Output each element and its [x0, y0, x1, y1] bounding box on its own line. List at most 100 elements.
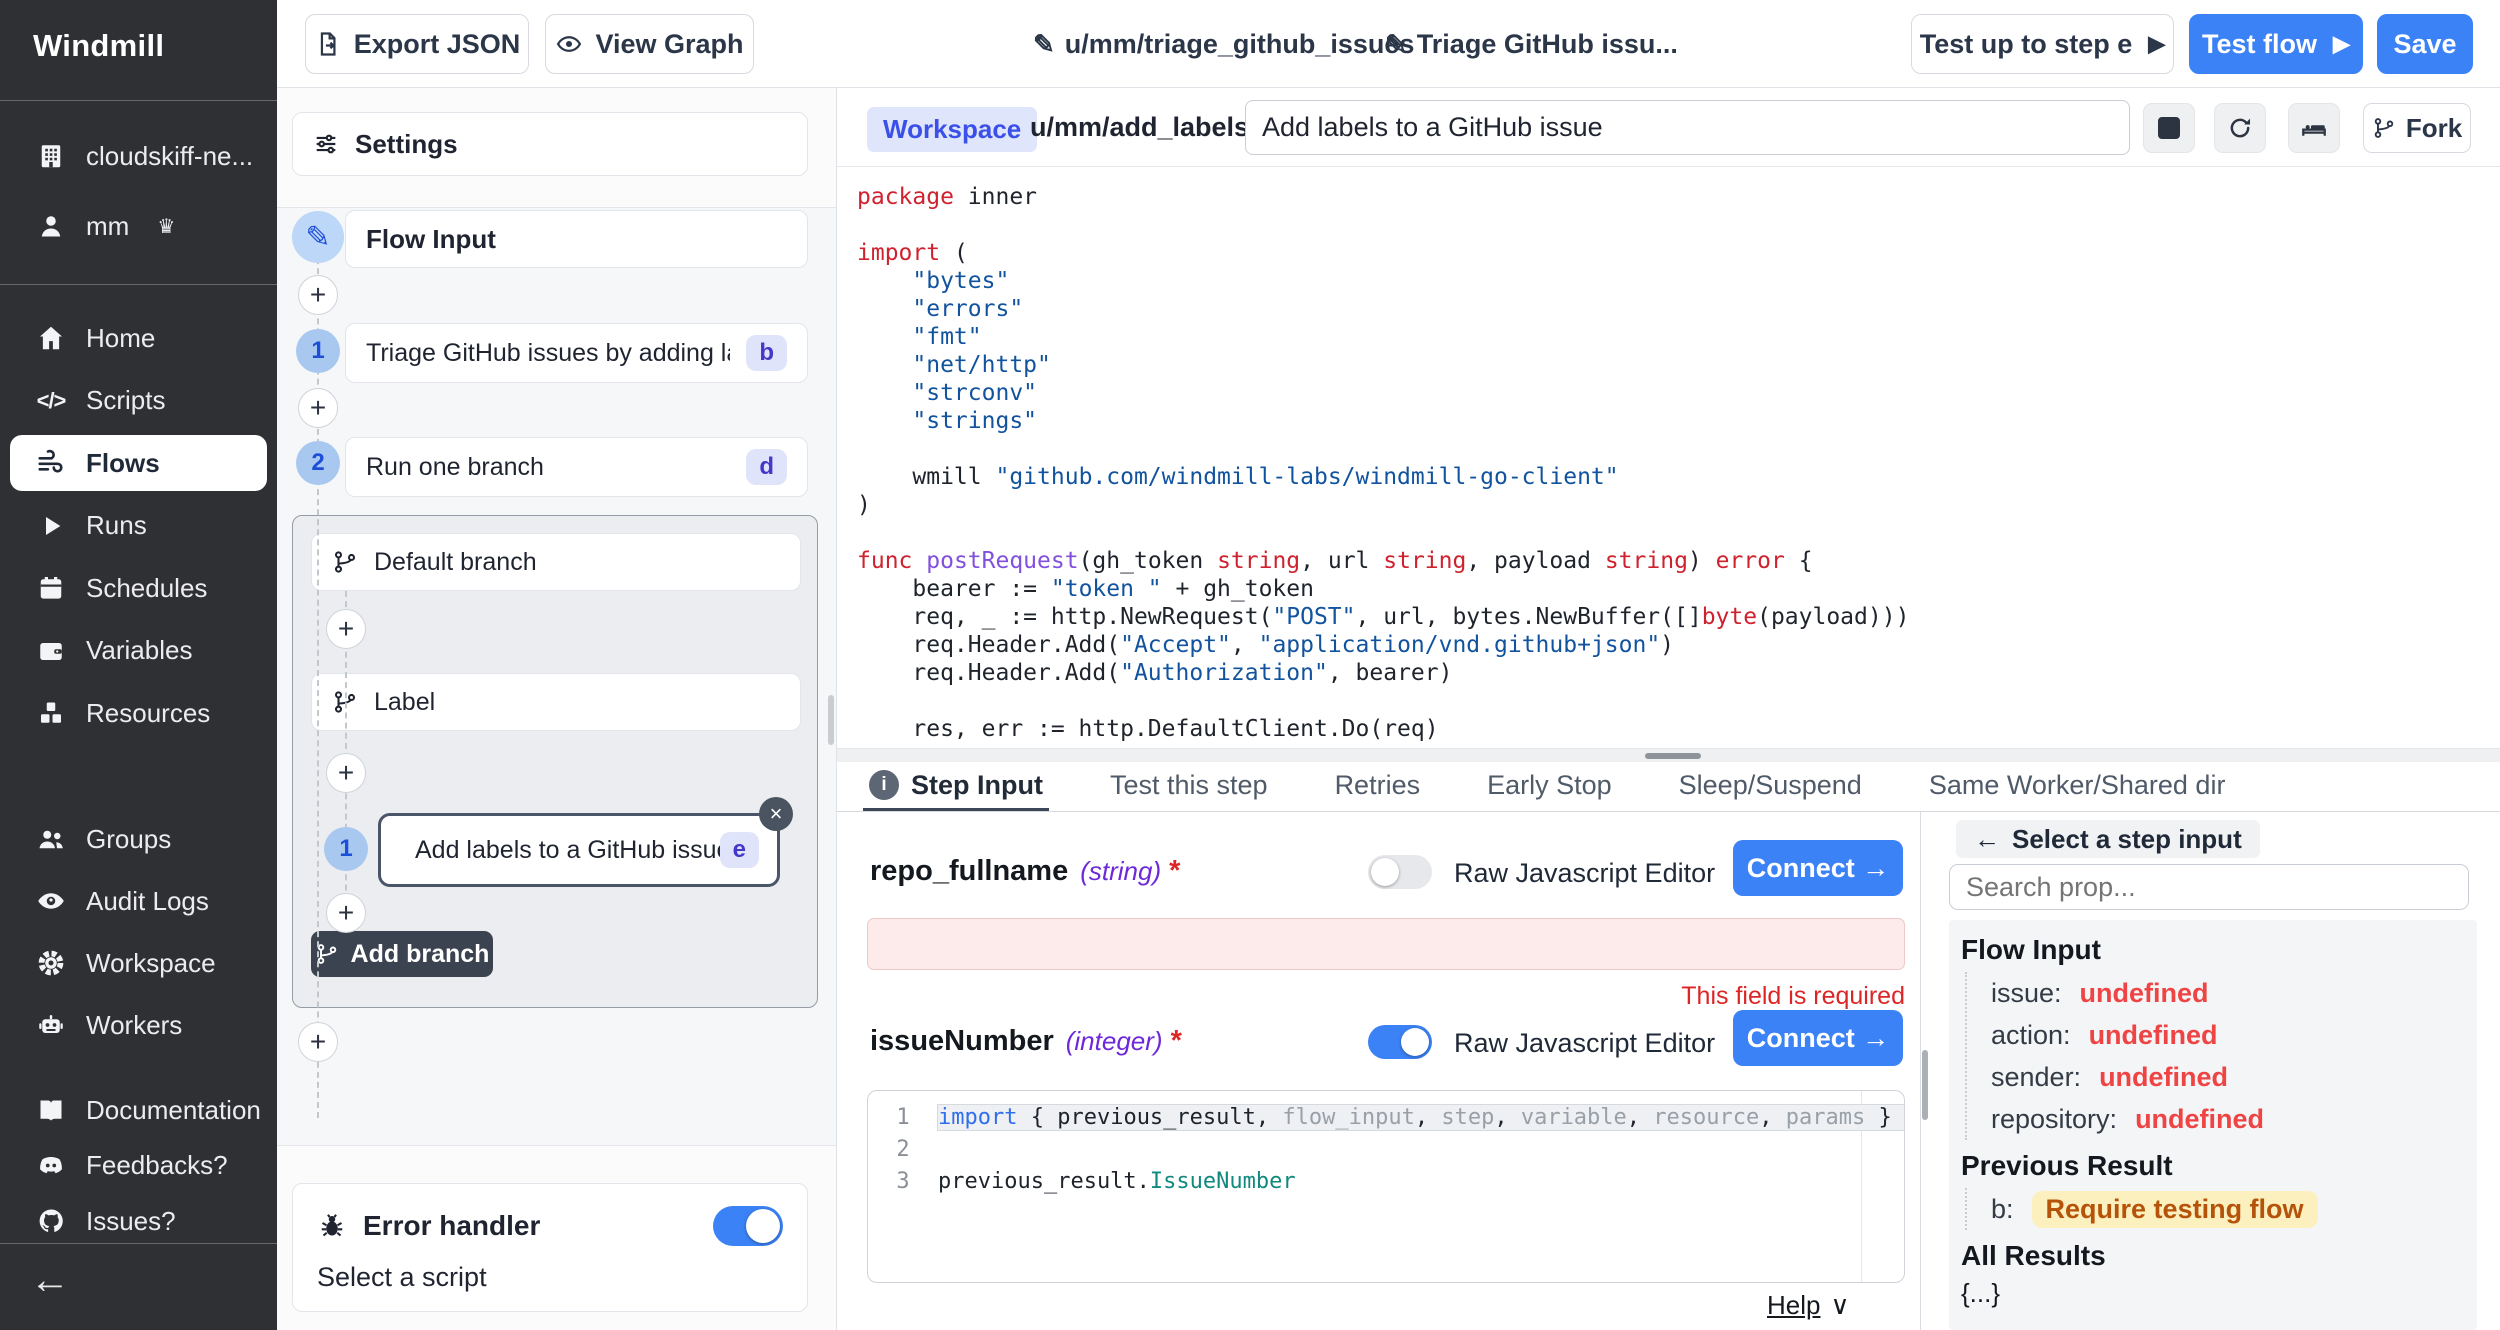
stop-icon [2158, 117, 2180, 139]
sidebar-item-variables[interactable]: Variables [0, 623, 277, 679]
result-entry[interactable]: repository:undefined [1991, 1098, 2473, 1140]
help-link[interactable]: Help ∨ [1767, 1290, 1850, 1321]
search-prop-input[interactable] [1949, 864, 2469, 910]
breadcrumb-flow-title[interactable]: ✎ Triage GitHub issu... [1385, 0, 1678, 88]
result-entry[interactable]: sender:undefined [1991, 1056, 2473, 1098]
resources-icon [36, 698, 66, 728]
selected-step-node[interactable]: Add labels to a GitHub issue e [378, 813, 780, 887]
branch-label-node[interactable]: Label [311, 673, 801, 731]
stop-button[interactable] [2143, 103, 2195, 153]
schedules-icon [36, 573, 66, 603]
workspace-switcher[interactable]: cloudskiff-ne... [0, 128, 277, 184]
tab-retries[interactable]: Retries [1329, 762, 1427, 811]
error-handler-card[interactable]: Error handler Select a script [292, 1183, 808, 1312]
sidebar-item-home[interactable]: Home [0, 310, 277, 366]
user-menu[interactable]: mm ♛ [0, 198, 277, 254]
js-expression-editor[interactable]: 1import { previous_result, flow_input, s… [867, 1090, 1905, 1283]
select-step-input-button[interactable]: ← Select a step input [1956, 820, 2260, 858]
tab-early-stop[interactable]: Early Stop [1481, 762, 1618, 811]
flow-step-node[interactable]: Run one branch d [345, 437, 808, 497]
result-entry[interactable]: b:Require testing flow [1991, 1188, 2473, 1230]
flow-step-node[interactable]: Triage GitHub issues by adding labels ..… [345, 323, 808, 383]
sleep-button[interactable] [2288, 103, 2340, 153]
view-graph-button[interactable]: View Graph [545, 14, 754, 74]
tab-test-this-step[interactable]: Test this step [1104, 762, 1274, 811]
connect-button[interactable]: Connect → [1733, 840, 1903, 896]
js-editor-line[interactable]: 3previous_result.IssueNumber [868, 1165, 1904, 1197]
script-summary-input[interactable] [1245, 100, 2130, 155]
fork-button[interactable]: Fork [2363, 103, 2471, 153]
code-line: req.Header.Add("Authorization", bearer) [857, 659, 2500, 687]
restart-button[interactable] [2214, 103, 2266, 153]
step-id-badge: e [720, 832, 759, 868]
flow-settings-button[interactable]: Settings [292, 112, 808, 176]
code-line [857, 435, 2500, 463]
code-editor[interactable]: package innerimport ( "bytes" "errors" "… [837, 167, 2500, 748]
sidebar-item-groups[interactable]: Groups [0, 811, 277, 867]
save-button[interactable]: Save [2377, 14, 2473, 74]
sidebar-item-workers[interactable]: Workers [0, 997, 277, 1053]
eye-icon [555, 30, 583, 58]
error-handler-toggle[interactable] [713, 1206, 783, 1246]
export-json-button[interactable]: Export JSON [305, 14, 529, 74]
sidebar-item-runs[interactable]: Runs [0, 498, 277, 554]
add-step-button[interactable]: + [298, 1022, 338, 1062]
sidebar-item-audit-logs[interactable]: Audit Logs [0, 873, 277, 929]
repo-fullname-input[interactable] [867, 918, 1905, 970]
sidebar-item-schedules[interactable]: Schedules [0, 560, 277, 616]
sidebar-item-resources[interactable]: Resources [0, 685, 277, 741]
field-error-message: This field is required [837, 982, 1905, 1011]
refresh-icon [2226, 114, 2254, 142]
result-entry[interactable]: issue:undefined [1991, 972, 2473, 1014]
drag-handle[interactable] [1645, 753, 1701, 759]
code-line [857, 211, 2500, 239]
default-branch-node[interactable]: Default branch [311, 533, 801, 591]
tab-sleep-suspend[interactable]: Sleep/Suspend [1673, 762, 1868, 811]
add-step-button[interactable]: + [326, 893, 366, 933]
js-editor-line[interactable]: 1import { previous_result, flow_input, s… [868, 1101, 1904, 1133]
error-handler-script-select[interactable]: Select a script [317, 1262, 783, 1293]
flow-input-node[interactable]: Flow Input [345, 210, 808, 268]
person-icon [36, 211, 66, 241]
discord-icon [36, 1151, 66, 1181]
sidebar-item-feedbacks[interactable]: Feedbacks? [0, 1138, 277, 1194]
github-icon [36, 1206, 66, 1236]
tab-step-input[interactable]: iStep Input [863, 762, 1049, 811]
step-number: 1 [296, 329, 340, 373]
divider [0, 284, 277, 285]
add-branch-button[interactable]: Add branch [311, 931, 493, 977]
script-path[interactable]: u/mm/add_labels [1030, 88, 1249, 167]
code-line: import ( [857, 239, 2500, 267]
flows-icon [36, 448, 66, 478]
sidebar-item-scripts[interactable]: </>Scripts [0, 373, 277, 429]
sidebar-item-flows[interactable]: Flows [10, 435, 267, 491]
code-line: bearer := "token " + gh_token [857, 575, 2500, 603]
topbar: Export JSON View Graph ✎ u/mm/triage_git… [277, 0, 2500, 88]
field-label: issueNumber(integer)* [870, 1025, 1182, 1058]
sidebar-item-documentation[interactable]: Documentation [0, 1082, 277, 1138]
test-flow-button[interactable]: Test flow ▶ [2189, 14, 2363, 74]
tab-same-worker-shared-dir[interactable]: Same Worker/Shared dir [1923, 762, 2232, 811]
sidebar-item-workspace[interactable]: Workspace [0, 935, 277, 991]
test-up-to-step-button[interactable]: Test up to step e ▶ [1911, 14, 2174, 74]
add-step-button[interactable]: + [298, 275, 338, 315]
breadcrumb-flow-path[interactable]: ✎ u/mm/triage_github_issues [1033, 0, 1414, 88]
add-step-button[interactable]: + [298, 388, 338, 428]
collapse-sidebar-button[interactable]: ← [30, 1258, 70, 1303]
flow-input-pencil-icon[interactable]: ✎ [292, 211, 344, 263]
flow-panel-scrollbar[interactable] [828, 695, 834, 745]
remove-step-button[interactable]: × [759, 797, 793, 831]
js-editor-line[interactable]: 2 [868, 1133, 1904, 1165]
chevron-down-icon: ∨ [1830, 1290, 1849, 1321]
sidebar-item-issues[interactable]: Issues? [0, 1193, 277, 1249]
results-panel-scrollbar[interactable] [1922, 1050, 1928, 1120]
building-icon [36, 141, 66, 171]
raw-js-toggle[interactable] [1368, 855, 1432, 889]
connect-button[interactable]: Connect → [1733, 1010, 1903, 1066]
result-entry[interactable]: action:undefined [1991, 1014, 2473, 1056]
add-step-button[interactable]: + [326, 753, 366, 793]
add-step-button[interactable]: + [326, 609, 366, 649]
all-results-value[interactable]: {...} [1957, 1278, 2473, 1309]
raw-js-toggle[interactable] [1368, 1025, 1432, 1059]
panel-resize-bar[interactable] [837, 748, 2500, 762]
